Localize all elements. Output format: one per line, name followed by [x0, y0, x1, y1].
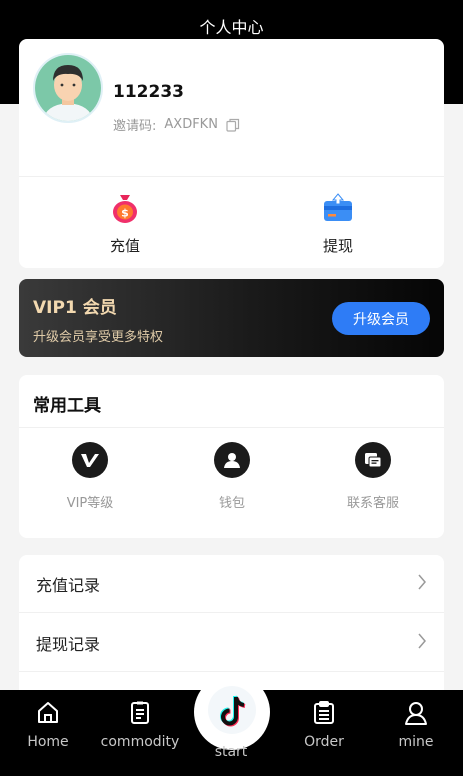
tool-vip-level[interactable]: VIP等级 [30, 442, 150, 511]
page-title: 个人中心 [199, 18, 264, 37]
tools-title: 常用工具 [33, 396, 101, 416]
home-icon [35, 700, 61, 726]
order-icon [311, 700, 337, 726]
copy-icon[interactable] [226, 118, 240, 132]
recharge-record-row[interactable]: 充值记录 [19, 555, 444, 613]
tab-label: start [214, 744, 248, 760]
mine-icon [403, 700, 429, 726]
record-label: 充值记录 [36, 575, 101, 595]
customer-service-icon [355, 442, 391, 478]
tiktok-icon [207, 685, 257, 739]
withdraw-label: 提现 [322, 237, 353, 255]
invite-code-row: 邀请码: AXDFKN [113, 115, 240, 134]
tab-mine[interactable]: mine [376, 700, 456, 750]
wallet-icon [214, 442, 250, 478]
money-bag-icon: $ [108, 191, 142, 225]
chevron-right-icon [417, 633, 427, 653]
tool-label: 钱包 [218, 496, 245, 511]
tab-home[interactable]: Home [8, 700, 88, 750]
withdraw-button[interactable]: 提现 [278, 191, 398, 256]
recharge-label: 充值 [109, 237, 140, 255]
tab-label: Home [27, 734, 69, 750]
tool-wallet[interactable]: 钱包 [172, 442, 292, 511]
tab-start[interactable] [194, 674, 270, 750]
avatar[interactable] [33, 53, 103, 123]
vip-title: VIP1 会员 [33, 298, 117, 318]
tools-card: 常用工具 VIP等级 钱包 联系客服 [19, 375, 444, 538]
tab-label: mine [398, 734, 434, 750]
tool-customer-service[interactable]: 联系客服 [313, 442, 433, 511]
tab-label: commodity [100, 734, 180, 750]
profile-card: 112233 邀请码: AXDFKN $ 充值 提现 [19, 39, 444, 268]
chevron-right-icon [417, 574, 427, 594]
recharge-button[interactable]: $ 充值 [65, 191, 185, 256]
tool-label: 联系客服 [346, 496, 399, 511]
svg-text:$: $ [121, 207, 129, 220]
username: 112233 [113, 82, 184, 102]
invite-label: 邀请码: [113, 119, 157, 134]
tab-label: Order [304, 734, 344, 750]
tab-commodity[interactable]: commodity [100, 700, 180, 750]
tool-label: VIP等级 [66, 496, 114, 511]
divider [19, 176, 444, 177]
tab-order[interactable]: Order [284, 700, 364, 750]
vip-banner: VIP1 会员 升级会员享受更多特权 升级会员 [19, 279, 444, 357]
withdraw-record-row[interactable]: 提现记录 [19, 614, 444, 672]
upgrade-vip-button[interactable]: 升级会员 [332, 302, 430, 335]
invite-code: AXDFKN [164, 117, 218, 132]
commodity-icon [127, 700, 153, 726]
vip-icon [72, 442, 108, 478]
card-withdraw-icon [321, 191, 355, 225]
divider [19, 427, 444, 428]
record-label: 提现记录 [36, 634, 101, 654]
vip-subtitle: 升级会员享受更多特权 [33, 330, 164, 345]
